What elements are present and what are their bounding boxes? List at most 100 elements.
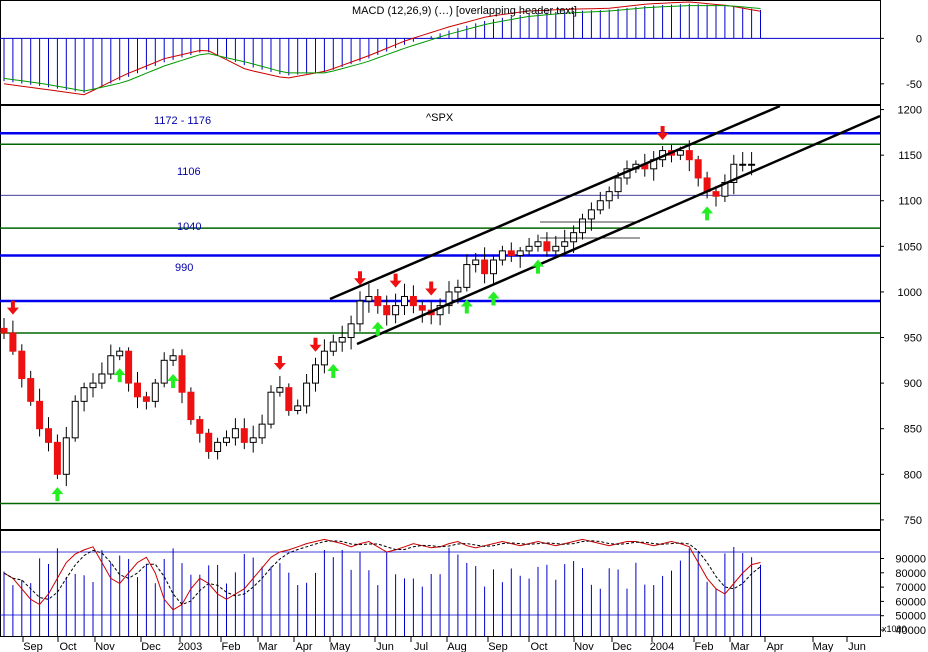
candle-body — [587, 209, 595, 220]
candle-body — [303, 382, 311, 407]
candle — [276, 375, 284, 397]
candle — [739, 151, 747, 172]
candle — [116, 347, 124, 361]
x-tick-label: 2004 — [650, 641, 674, 652]
x-tick-label: May — [813, 641, 834, 652]
sell-arrow — [273, 355, 286, 370]
candle — [89, 373, 97, 398]
candle — [329, 334, 337, 356]
candle — [365, 284, 373, 313]
candle — [196, 415, 204, 443]
x-tick-label: Dec — [141, 641, 161, 652]
candle-body — [596, 200, 604, 211]
candle — [409, 285, 417, 314]
candle-body — [267, 391, 275, 425]
candle-body — [694, 159, 702, 179]
macd-title: MACD (12,26,9) (…) [overlapping header t… — [352, 5, 577, 17]
stochastic-panel — [0, 538, 880, 636]
price-tick-label: 750 — [904, 515, 922, 527]
candle — [312, 357, 319, 392]
candle — [543, 232, 551, 257]
candle-body — [0, 327, 8, 334]
candle — [534, 234, 542, 252]
candle-body — [151, 382, 159, 402]
candle-body — [80, 387, 88, 402]
candle-body — [543, 241, 551, 252]
candle-body — [338, 337, 346, 343]
candle-body — [490, 259, 497, 275]
candle — [721, 174, 729, 202]
candle-body — [685, 150, 693, 161]
channel-lower-line — [356, 114, 881, 346]
x-tick-label: Apr — [766, 641, 783, 652]
level-label-1172: 1172 - 1176 — [154, 115, 211, 127]
price-tick-label: 1150 — [898, 150, 922, 162]
candle-body — [258, 423, 266, 439]
buy-arrow — [51, 487, 64, 502]
candle — [294, 399, 302, 415]
candle-body — [676, 150, 684, 156]
candle-body — [516, 250, 524, 256]
level-label-1040: 1040 — [177, 221, 201, 233]
x-tick-label: Jun — [848, 641, 866, 652]
candle — [80, 382, 88, 412]
stoch-k-line — [3, 538, 761, 611]
stoch-tick-label: 40000 — [895, 625, 926, 637]
candle-body — [71, 400, 79, 439]
candle-body — [223, 437, 230, 443]
candle-body — [178, 355, 186, 393]
candle-body — [329, 341, 337, 352]
price-tick-label: 800 — [904, 469, 922, 481]
volume-bars — [3, 546, 761, 636]
candle-body — [249, 437, 257, 443]
candle — [0, 318, 8, 340]
candle-body — [534, 241, 542, 247]
buy-arrow — [532, 259, 544, 274]
x-tick-label: 2003 — [178, 641, 202, 652]
price-tick-label: 1050 — [898, 241, 922, 253]
candle-body — [294, 405, 302, 411]
candle-body — [374, 295, 382, 307]
price-tick-label: 1200 — [898, 105, 922, 117]
x-tick-label: Oct — [530, 641, 547, 652]
candle — [18, 344, 26, 388]
candle — [401, 283, 408, 316]
candle — [98, 362, 106, 389]
macd-histogram — [3, 3, 761, 93]
x-tick-label: Oct — [59, 641, 76, 652]
x-tick-label: Jun — [376, 641, 394, 652]
candle — [730, 154, 738, 195]
candle — [45, 417, 52, 452]
sell-arrow — [309, 337, 322, 352]
candle-body — [312, 364, 319, 384]
candle — [285, 383, 293, 416]
candle-body — [579, 218, 586, 234]
x-tick-label: Jul — [414, 641, 428, 652]
candle — [53, 434, 61, 480]
x-tick-label: Sep — [488, 641, 508, 652]
candle-body — [142, 396, 150, 402]
candle-body — [107, 355, 115, 375]
channel-upper-line — [329, 104, 781, 301]
candle-body — [125, 350, 133, 384]
candle — [36, 388, 44, 437]
candle-body — [27, 378, 35, 402]
candle-body — [712, 191, 720, 197]
candle — [347, 315, 355, 350]
x-tick-label: Feb — [695, 641, 714, 652]
candles — [0, 140, 756, 487]
candle — [445, 281, 453, 314]
sell-arrow — [6, 300, 19, 315]
candle — [525, 237, 533, 255]
candle-body — [748, 163, 756, 166]
stoch-tick-label: 60000 — [895, 596, 926, 608]
candle — [552, 235, 560, 258]
candle — [142, 391, 150, 410]
candle — [436, 298, 444, 326]
candle-body — [498, 250, 506, 261]
candle — [107, 344, 115, 380]
candle — [303, 373, 311, 414]
candle-body — [160, 359, 168, 384]
candle-body — [98, 373, 106, 384]
candle — [587, 202, 595, 231]
